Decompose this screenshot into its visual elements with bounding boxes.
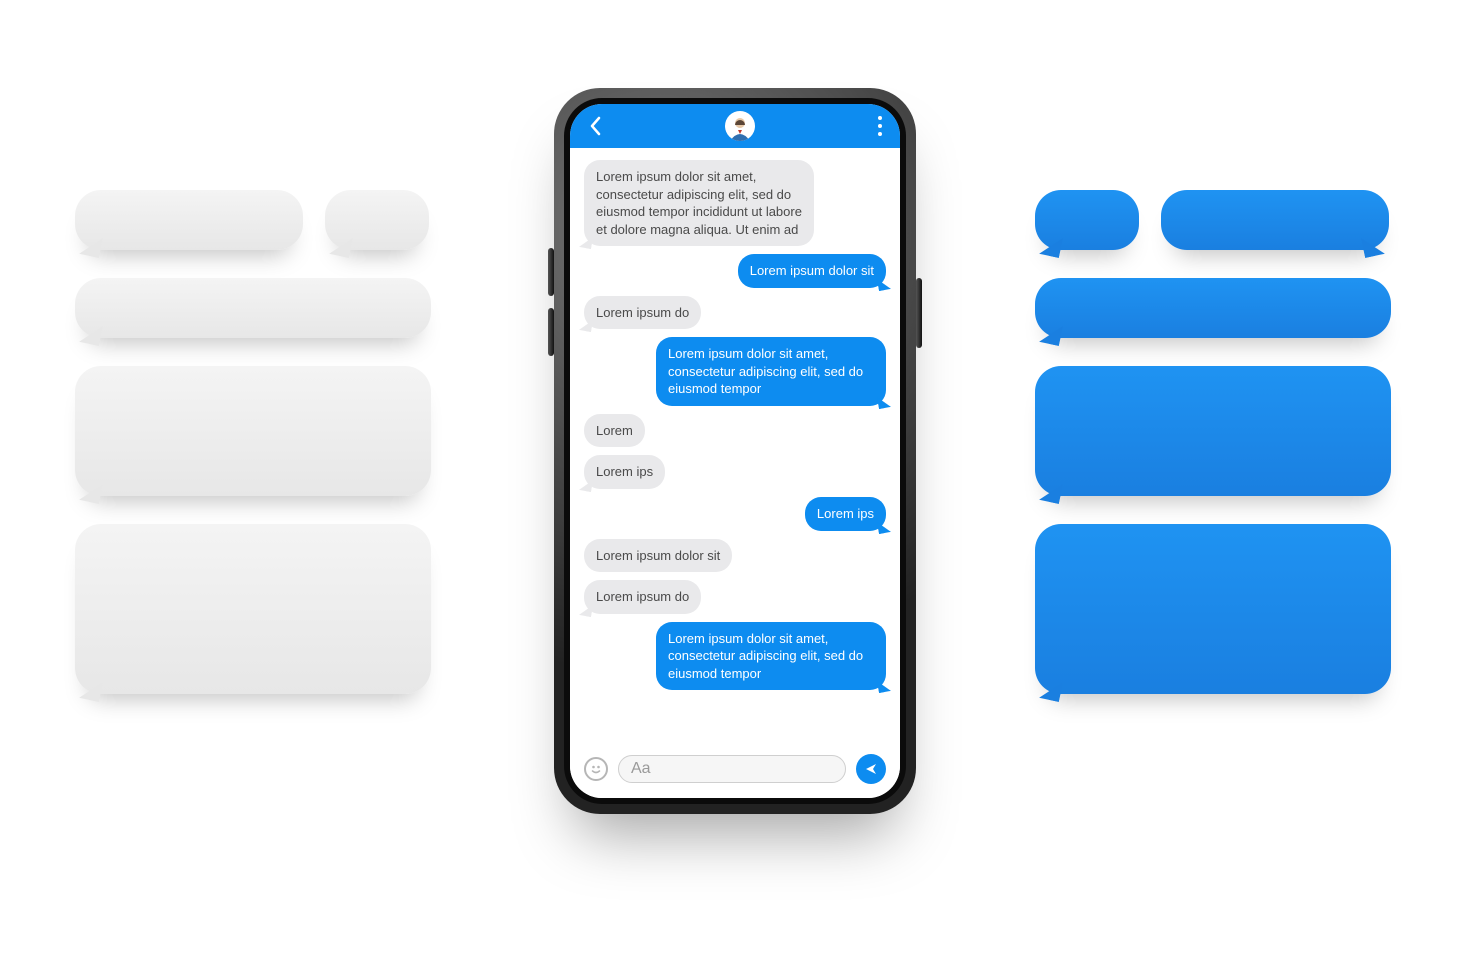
conversation-thread[interactable]: Lorem ipsum dolor sit amet, consectetur … — [570, 148, 900, 750]
phone-screen: Lorem ipsum dolor sit amet, consectetur … — [570, 104, 900, 798]
grey-bubble-samples — [75, 190, 435, 722]
grey-sample-bubble — [75, 278, 431, 338]
phone-volume-down — [548, 308, 554, 356]
back-icon[interactable] — [588, 116, 602, 136]
outgoing-message-bubble[interactable]: Lorem ipsum dolor sit amet, consectetur … — [656, 337, 886, 406]
blue-sample-bubble — [1035, 190, 1139, 250]
message-row: Lorem ipsum do — [584, 580, 886, 614]
sample-row — [75, 366, 435, 496]
message-row: Lorem ipsum dolor sit amet, consectetur … — [584, 337, 886, 406]
avatar[interactable] — [725, 111, 755, 141]
sample-row — [1035, 366, 1395, 496]
chat-header — [570, 104, 900, 148]
sample-row — [75, 278, 435, 338]
send-button[interactable] — [856, 754, 886, 784]
outgoing-message-bubble[interactable]: Lorem ipsum dolor sit amet, consectetur … — [656, 622, 886, 691]
message-row: Lorem ips — [584, 455, 886, 489]
message-row: Lorem ipsum dolor sit amet, consectetur … — [584, 160, 886, 246]
more-options-icon[interactable] — [878, 116, 882, 136]
grey-sample-bubble — [75, 524, 431, 694]
emoji-icon[interactable] — [584, 757, 608, 781]
incoming-message-bubble[interactable]: Lorem ipsum do — [584, 296, 701, 330]
message-input[interactable]: Aa — [618, 755, 846, 783]
sample-row — [1035, 278, 1395, 338]
message-row: Lorem ipsum do — [584, 296, 886, 330]
message-row: Lorem ipsum dolor sit — [584, 539, 886, 573]
blue-sample-bubble — [1035, 366, 1391, 496]
sample-row — [1035, 190, 1395, 250]
blue-bubble-samples — [1035, 190, 1395, 722]
message-row: Lorem ipsum dolor sit — [584, 254, 886, 288]
phone-volume-up — [548, 248, 554, 296]
phone-power-button — [916, 278, 922, 348]
message-row: Lorem ipsum dolor sit amet, consectetur … — [584, 622, 886, 691]
message-row: Lorem ips — [584, 497, 886, 531]
blue-sample-bubble — [1035, 278, 1391, 338]
sample-row — [1035, 524, 1395, 694]
incoming-message-bubble[interactable]: Lorem ipsum dolor sit amet, consectetur … — [584, 160, 814, 246]
blue-sample-bubble — [1161, 190, 1389, 250]
incoming-message-bubble[interactable]: Lorem ips — [584, 455, 665, 489]
message-composer: Aa — [570, 750, 900, 798]
grey-sample-bubble — [75, 190, 303, 250]
grey-sample-bubble — [75, 366, 431, 496]
outgoing-message-bubble[interactable]: Lorem ipsum dolor sit — [738, 254, 886, 288]
sample-row — [75, 190, 435, 250]
sample-row — [75, 524, 435, 694]
incoming-message-bubble[interactable]: Lorem ipsum dolor sit — [584, 539, 732, 573]
blue-sample-bubble — [1035, 524, 1391, 694]
phone-frame: Lorem ipsum dolor sit amet, consectetur … — [554, 88, 916, 814]
message-row: Lorem — [584, 414, 886, 448]
incoming-message-bubble[interactable]: Lorem — [584, 414, 645, 448]
grey-sample-bubble — [325, 190, 429, 250]
incoming-message-bubble[interactable]: Lorem ipsum do — [584, 580, 701, 614]
outgoing-message-bubble[interactable]: Lorem ips — [805, 497, 886, 531]
